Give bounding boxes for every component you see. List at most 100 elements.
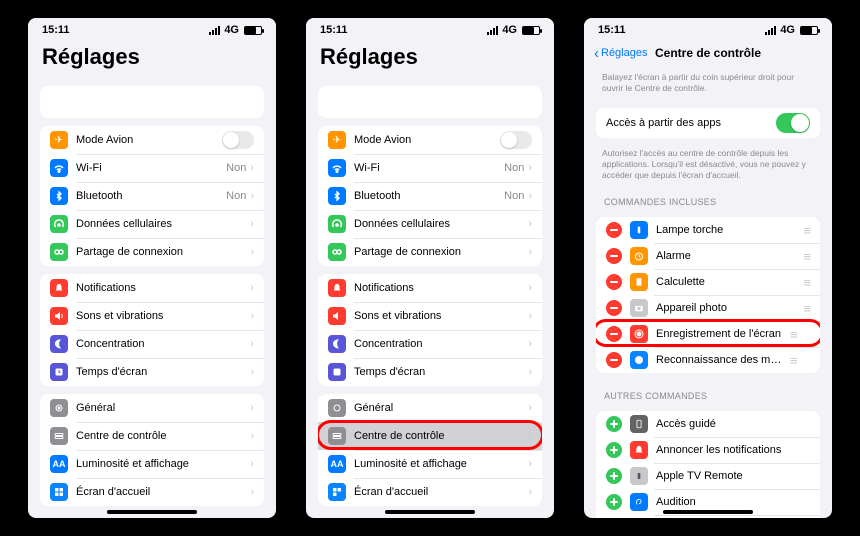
label: Données cellulaires [354, 218, 528, 230]
chevron-right-icon: › [528, 310, 532, 322]
row-camera[interactable]: Appareil photo ≡ [596, 295, 820, 321]
battery-icon [800, 26, 818, 35]
bluetooth-icon [328, 187, 346, 205]
add-button[interactable] [606, 442, 622, 458]
row-guided-access[interactable]: Accès guidé [596, 411, 820, 437]
status-bar: 15:11 4G [306, 18, 554, 40]
remove-button[interactable] [606, 222, 622, 238]
row-access-apps[interactable]: Accès à partir des apps [596, 108, 820, 138]
row-control-center[interactable]: Centre de contrôle › [318, 422, 542, 450]
label: Appareil photo [656, 302, 799, 314]
drag-handle-icon[interactable]: ≡ [803, 275, 810, 290]
row-cellular[interactable]: Données cellulaires › [40, 210, 264, 238]
row-sounds[interactable]: Sons et vibrations › [318, 302, 542, 330]
row-alarm[interactable]: Alarme ≡ [596, 243, 820, 269]
nav-bar: ‹ Réglages Centre de contrôle [584, 40, 832, 70]
row-homescreen[interactable]: Écran d'accueil › [318, 478, 542, 506]
hotspot-icon [328, 243, 346, 261]
drag-handle-icon[interactable]: ≡ [803, 301, 810, 316]
back-button[interactable]: ‹ Réglages [594, 45, 647, 62]
row-general[interactable]: Général › [40, 394, 264, 422]
row-bluetooth[interactable]: Bluetooth Non › [40, 182, 264, 210]
label: Partage de connexion [354, 246, 528, 258]
status-indicators: 4G [765, 24, 818, 36]
drag-handle-icon[interactable]: ≡ [803, 223, 810, 238]
label: Lampe torche [656, 224, 799, 236]
row-screentime[interactable]: Temps d'écran › [318, 358, 542, 386]
row-bluetooth[interactable]: Bluetooth Non › [318, 182, 542, 210]
toggle-airplane[interactable] [222, 131, 254, 149]
toggle-access-apps[interactable] [776, 113, 810, 133]
row-focus[interactable]: Concentration › [318, 330, 542, 358]
settings-content[interactable]: ✈ Mode Avion Wi-Fi Non › Bluetooth Non › [28, 78, 276, 514]
row-general[interactable]: Général › [318, 394, 542, 422]
search-field[interactable] [318, 86, 542, 118]
row-cards[interactable]: Cartes [596, 515, 820, 518]
row-focus[interactable]: Concentration › [40, 330, 264, 358]
wifi-icon [328, 159, 346, 177]
back-label: Réglages [601, 47, 647, 59]
search-field[interactable] [40, 86, 264, 118]
remove-button[interactable] [606, 300, 622, 316]
screentime-icon [328, 363, 346, 381]
remove-button[interactable] [606, 274, 622, 290]
drag-handle-icon[interactable]: ≡ [803, 249, 810, 264]
label: Annoncer les notifications [656, 444, 786, 456]
row-display[interactable]: AA Luminosité et affichage › [40, 450, 264, 478]
label: Wi-Fi [76, 162, 226, 174]
remove-button[interactable] [606, 326, 622, 342]
add-button[interactable] [606, 416, 622, 432]
label: Enregistrement de l'écran [656, 328, 786, 340]
row-notifications[interactable]: Notifications › [40, 274, 264, 302]
row-hotspot[interactable]: Partage de connexion › [40, 238, 264, 266]
drag-handle-icon[interactable]: ≡ [790, 327, 797, 342]
label: Sons et vibrations [354, 310, 528, 322]
remove-button[interactable] [606, 352, 622, 368]
network-label: 4G [224, 24, 239, 36]
settings-group-notifications: Notifications › Sons et vibrations › Con… [318, 274, 542, 386]
row-sounds[interactable]: Sons et vibrations › [40, 302, 264, 330]
chevron-right-icon: › [250, 162, 254, 174]
row-appletv[interactable]: Apple TV Remote [596, 463, 820, 489]
status-bar: 15:11 4G [28, 18, 276, 40]
calculator-icon [630, 273, 648, 291]
chevron-right-icon: › [250, 486, 254, 498]
label: Mode Avion [76, 134, 222, 146]
row-homescreen[interactable]: Écran d'accueil › [40, 478, 264, 506]
home-indicator[interactable] [385, 510, 475, 514]
row-screen-recording[interactable]: Enregistrement de l'écran ≡ [596, 321, 820, 347]
toggle-airplane[interactable] [500, 131, 532, 149]
row-music-recognition[interactable]: Reconnaissance des morce... ≡ [596, 347, 820, 373]
status-time: 15:11 [42, 24, 70, 36]
home-indicator[interactable] [107, 510, 197, 514]
chevron-right-icon: › [528, 282, 532, 294]
row-hotspot[interactable]: Partage de connexion › [318, 238, 542, 266]
row-cellular[interactable]: Données cellulaires › [318, 210, 542, 238]
settings-group-general: Général › Centre de contrôle › AA Lumino… [40, 394, 264, 506]
row-flashlight[interactable]: Lampe torche ≡ [596, 217, 820, 243]
row-notifications[interactable]: Notifications › [318, 274, 542, 302]
display-icon: AA [50, 455, 68, 473]
row-wifi[interactable]: Wi-Fi Non › [318, 154, 542, 182]
chevron-right-icon: › [250, 218, 254, 230]
chevron-right-icon: › [250, 310, 254, 322]
home-indicator[interactable] [663, 510, 753, 514]
remove-button[interactable] [606, 248, 622, 264]
label: Notifications [354, 282, 528, 294]
add-button[interactable] [606, 494, 622, 510]
row-wifi[interactable]: Wi-Fi Non › [40, 154, 264, 182]
row-mode-avion[interactable]: ✈ Mode Avion [318, 126, 542, 154]
drag-handle-icon[interactable]: ≡ [790, 353, 797, 368]
notifications-icon [328, 279, 346, 297]
add-button[interactable] [606, 468, 622, 484]
row-announce[interactable]: Annoncer les notifications [596, 437, 820, 463]
row-control-center[interactable]: Centre de contrôle › [40, 422, 264, 450]
row-mode-avion[interactable]: ✈ Mode Avion [40, 126, 264, 154]
row-screentime[interactable]: Temps d'écran › [40, 358, 264, 386]
label: Calculette [656, 276, 799, 288]
control-center-content[interactable]: Balayez l'écran à partir du coin supérie… [584, 70, 832, 518]
settings-content[interactable]: ✈ Mode Avion Wi-Fi Non › Bluetooth Non ›… [306, 78, 554, 514]
row-calculator[interactable]: Calculette ≡ [596, 269, 820, 295]
control-center-icon [328, 427, 346, 445]
row-display[interactable]: AA Luminosité et affichage › [318, 450, 542, 478]
